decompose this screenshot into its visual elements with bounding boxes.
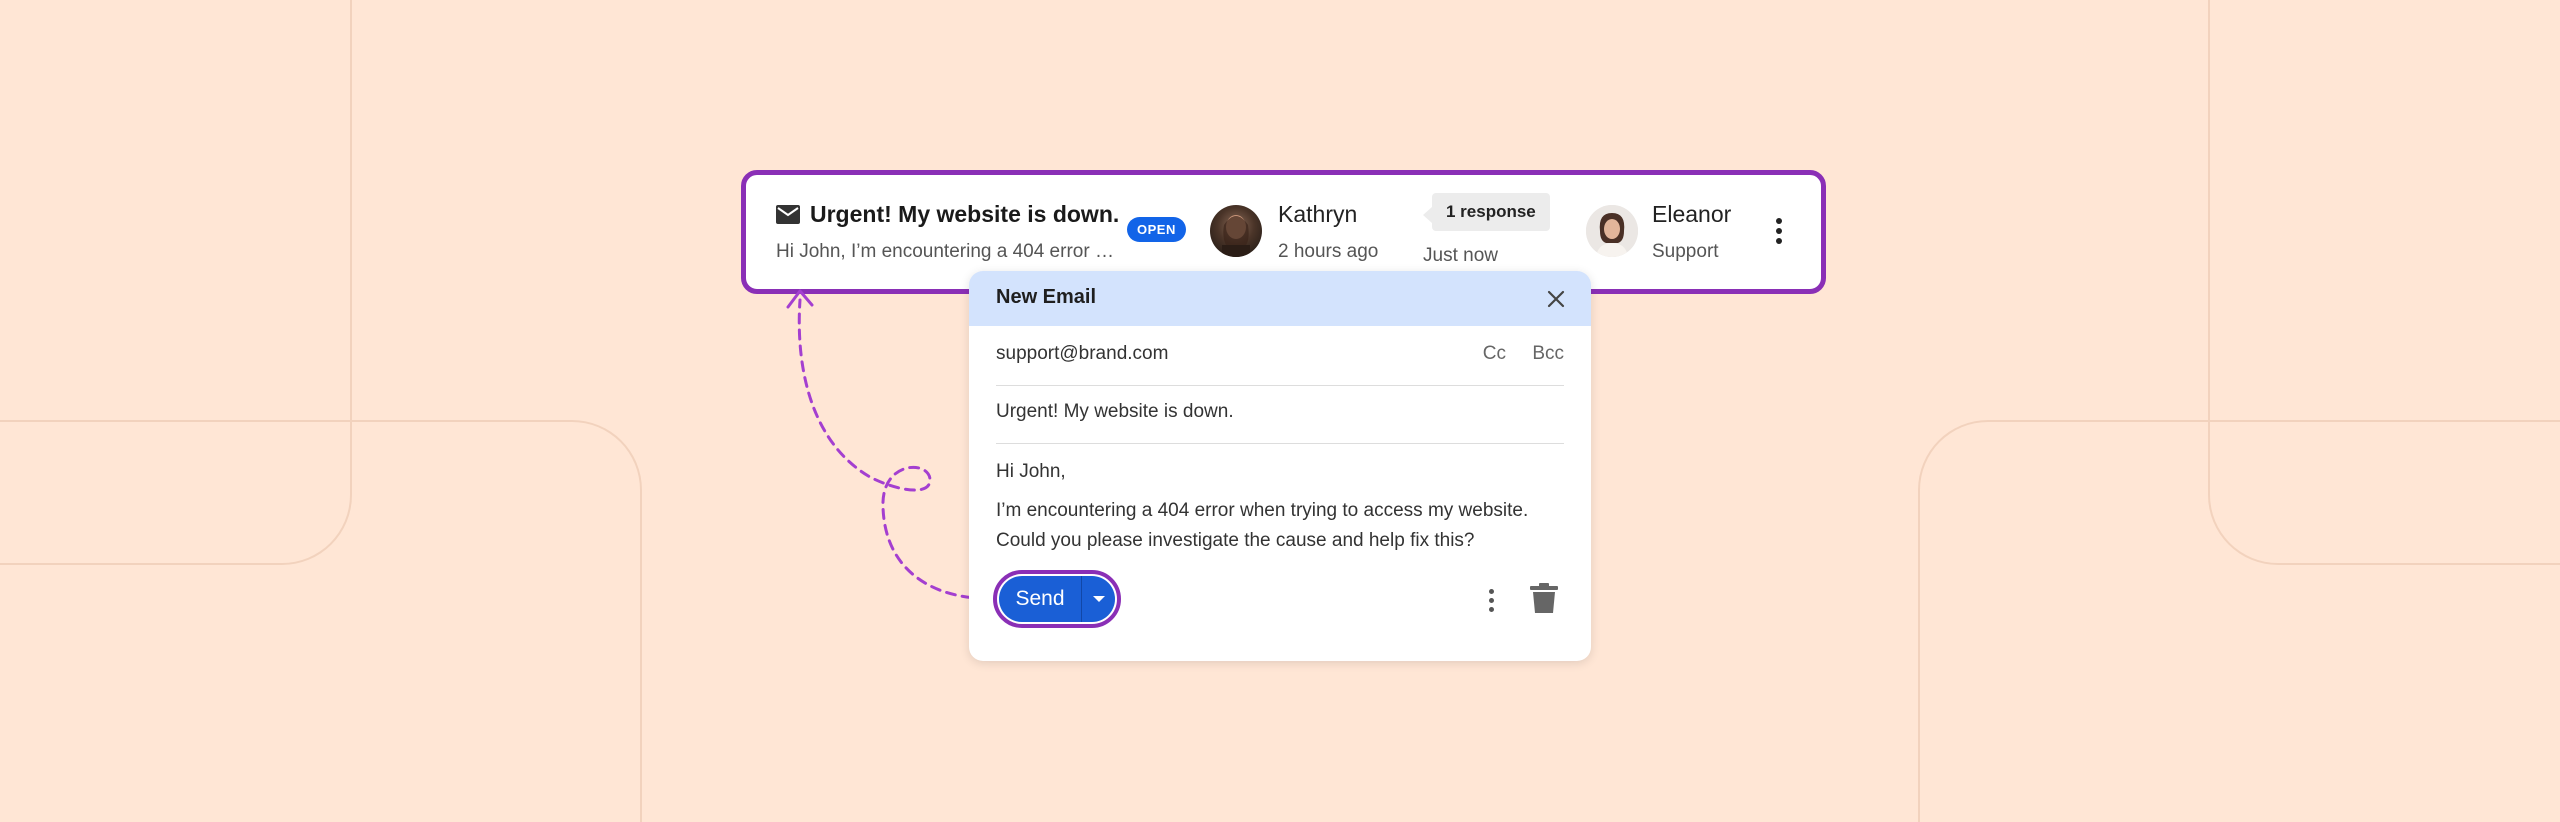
customer-time: 2 hours ago (1278, 241, 1379, 262)
send-button[interactable]: Send (999, 576, 1082, 622)
to-field[interactable]: support@brand.com Cc Bcc (996, 343, 1564, 386)
cc-button[interactable]: Cc (1483, 343, 1506, 365)
more-vertical-icon[interactable] (1776, 218, 1782, 244)
ticket-subject[interactable]: Urgent! My website is down. (810, 201, 1119, 228)
to-address: support@brand.com (996, 343, 1169, 364)
compose-window: New Email support@brand.com Cc Bcc Urgen… (969, 271, 1591, 661)
compose-title: New Email (996, 286, 1097, 308)
background-decoration (2208, 0, 2560, 565)
close-icon[interactable] (1543, 286, 1569, 312)
trash-icon[interactable] (1529, 582, 1559, 614)
response-count-badge: 1 response (1423, 193, 1550, 231)
body-line[interactable]: Could you please investigate the cause a… (996, 530, 1474, 552)
assignee-avatar (1586, 205, 1638, 257)
bcc-button[interactable]: Bcc (1532, 343, 1564, 365)
response-time: Just now (1423, 245, 1498, 266)
assignee-name: Eleanor (1652, 201, 1732, 227)
ticket-preview: Hi John, I’m encountering a 404 error wh… (776, 241, 1121, 262)
ticket-subject-row: Urgent! My website is down. (776, 201, 1119, 228)
customer-avatar (1210, 205, 1262, 257)
subject-value: Urgent! My website is down. (996, 401, 1234, 422)
status-badge: OPEN (1127, 217, 1186, 242)
customer-name: Kathryn (1278, 201, 1358, 227)
body-greeting[interactable]: Hi John, (996, 461, 1066, 483)
caret-down-icon (1092, 596, 1105, 602)
compose-header: New Email (969, 271, 1591, 326)
subject-field[interactable]: Urgent! My website is down. (996, 401, 1564, 444)
send-button-group: Send (999, 576, 1115, 622)
mail-icon (776, 205, 800, 224)
body-line[interactable]: I’m encountering a 404 error when trying… (996, 500, 1528, 522)
assignee-team: Support (1652, 241, 1719, 262)
more-options-icon[interactable] (1489, 589, 1494, 612)
background-decoration (0, 420, 642, 822)
